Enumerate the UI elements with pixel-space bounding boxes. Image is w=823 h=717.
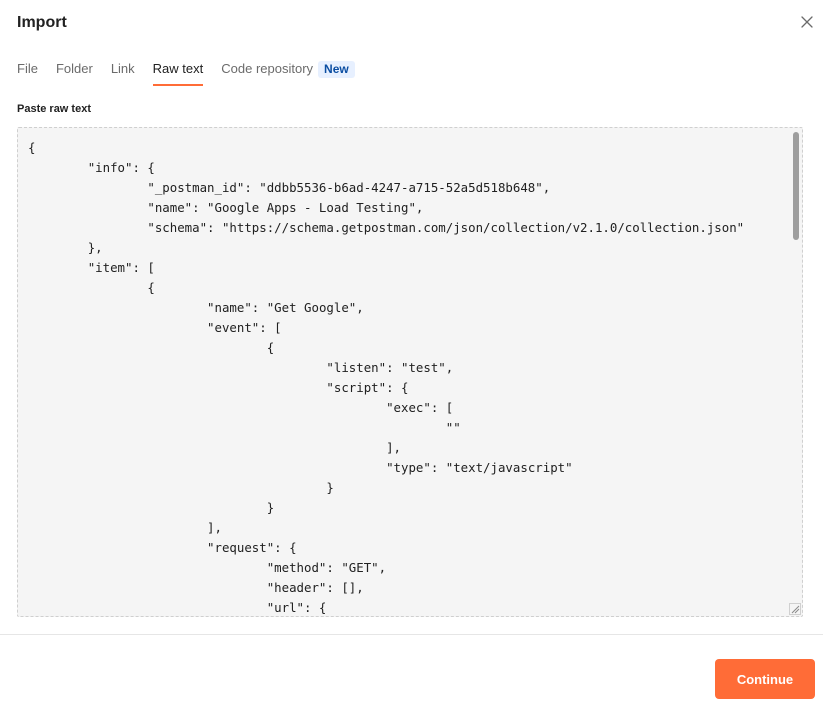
code-line: "header": [], <box>28 580 364 595</box>
code-line: { <box>28 140 36 155</box>
code-line: "name": "Google Apps - Load Testing", <box>28 200 424 215</box>
tab-raw-text[interactable]: Raw text <box>152 60 203 86</box>
textarea-scrollbar-thumb[interactable] <box>793 132 799 240</box>
tab-link[interactable]: Link <box>111 60 135 86</box>
paste-raw-text-label: Paste raw text <box>17 103 91 115</box>
code-line: "item": [ <box>28 260 155 275</box>
code-line: "exec": [ <box>28 400 454 415</box>
tab-code-repository-label: Code repository <box>221 61 314 76</box>
code-line: "schema": "https://schema.getpostman.com… <box>28 220 745 235</box>
import-tabs: File Folder Link Raw text Code repositor… <box>17 60 373 86</box>
code-line: "listen": "test", <box>28 360 454 375</box>
close-icon <box>801 16 813 28</box>
tab-code-repository[interactable]: Code repository New <box>221 60 355 86</box>
footer-divider <box>0 634 823 635</box>
raw-text-input[interactable]: { "info": { "_postman_id": "ddbb5536-b6a… <box>17 127 803 617</box>
close-button[interactable] <box>797 12 817 32</box>
code-line: { <box>28 340 275 355</box>
continue-button[interactable]: Continue <box>715 659 815 699</box>
tab-folder[interactable]: Folder <box>56 60 93 86</box>
code-line: "script": { <box>28 380 409 395</box>
resize-handle-icon[interactable] <box>789 603 801 615</box>
code-line: "info": { <box>28 160 155 175</box>
code-line: ], <box>28 520 222 535</box>
code-line: "request": { <box>28 540 297 555</box>
code-line: "event": [ <box>28 320 282 335</box>
raw-text-content[interactable]: { "info": { "_postman_id": "ddbb5536-b6a… <box>28 138 788 616</box>
code-line: }, <box>28 240 103 255</box>
code-line: "name": "Get Google", <box>28 300 364 315</box>
code-line: "_postman_id": "ddbb5536-b6ad-4247-a715-… <box>28 180 551 195</box>
code-line: "url": { <box>28 600 327 615</box>
textarea-scrollbar[interactable] <box>792 131 800 597</box>
code-line: } <box>28 500 275 515</box>
import-dialog: Import File Folder Link Raw text Code re… <box>0 0 823 717</box>
code-line: "type": "text/javascript" <box>28 460 573 475</box>
code-line: "method": "GET", <box>28 560 387 575</box>
code-line: "" <box>28 420 461 435</box>
new-badge: New <box>318 61 355 78</box>
code-line: } <box>28 480 334 495</box>
code-line: { <box>28 280 155 295</box>
dialog-title: Import <box>17 14 67 31</box>
code-line: ], <box>28 440 401 455</box>
tab-file[interactable]: File <box>17 60 38 86</box>
